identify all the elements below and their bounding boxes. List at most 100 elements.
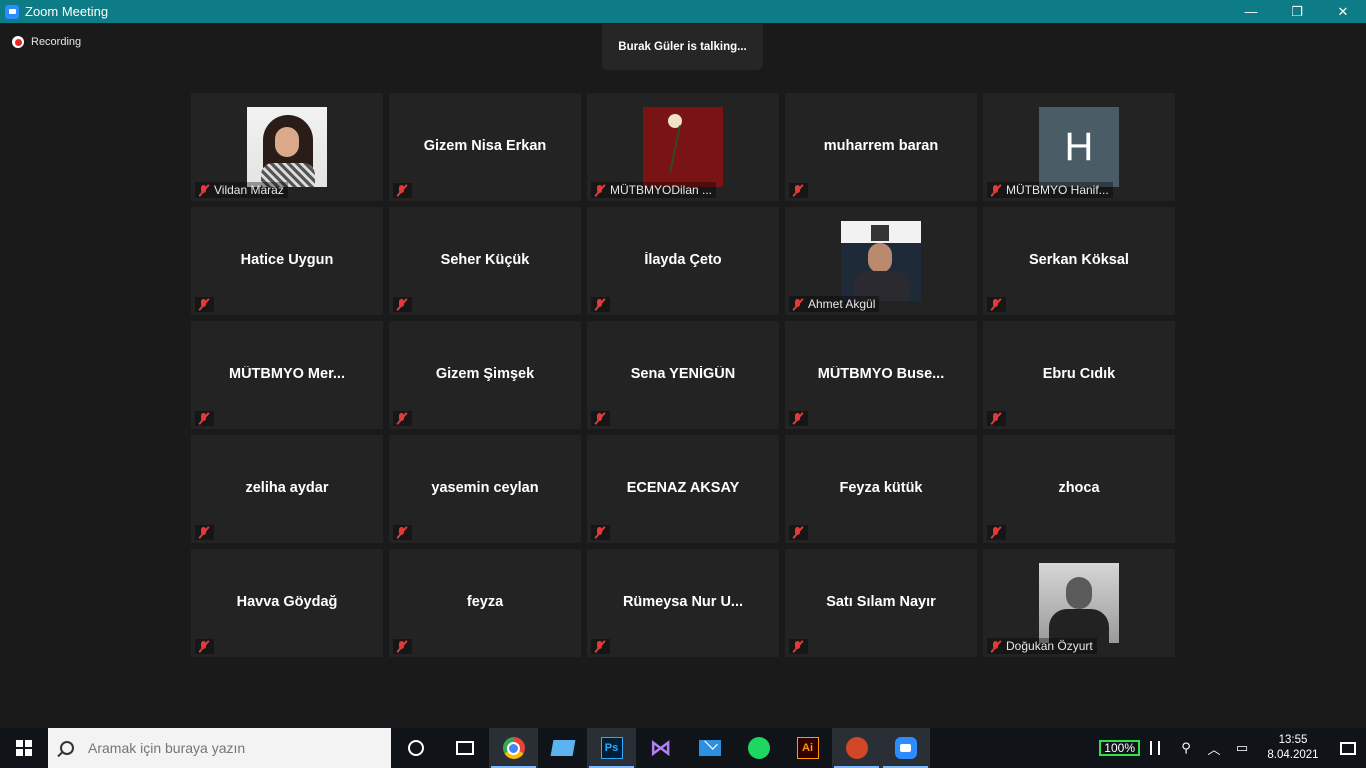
participant-tile[interactable]: Ebru Cıdık <box>983 321 1175 429</box>
notifications-button[interactable] <box>1330 728 1366 768</box>
participant-name: Serkan Köksal <box>1029 252 1129 268</box>
zoom-button[interactable] <box>881 728 930 768</box>
participant-tile[interactable]: Vildan Maraz <box>191 93 383 201</box>
participant-tile[interactable]: Sena YENİGÜN <box>587 321 779 429</box>
muted-mic-icon <box>197 640 210 653</box>
participant-tile[interactable]: Havva Göydağ <box>191 549 383 657</box>
task-view-button[interactable] <box>440 728 489 768</box>
chrome-icon <box>502 737 525 759</box>
clock[interactable]: 13:55 8.04.2021 <box>1256 733 1330 763</box>
participant-name: Seher Küçük <box>440 252 530 268</box>
participant-footer <box>195 525 214 540</box>
taskbar-search[interactable] <box>48 728 391 768</box>
participant-tile[interactable]: zhoca <box>983 435 1175 543</box>
participant-tile[interactable]: Serkan Köksal <box>983 207 1175 315</box>
this-pc-button[interactable] <box>538 728 587 768</box>
participant-footer <box>591 297 610 312</box>
participant-tile[interactable]: Doğukan Özyurt <box>983 549 1175 657</box>
muted-mic-icon <box>593 640 606 653</box>
participant-tile[interactable]: MÜTBMYO Buse... <box>785 321 977 429</box>
participant-video <box>247 107 327 187</box>
participant-footer <box>591 639 610 654</box>
participant-tile[interactable]: Seher Küçük <box>389 207 581 315</box>
participant-label: Ahmet Akgül <box>808 297 876 311</box>
muted-mic-icon <box>593 184 606 197</box>
muted-mic-icon <box>989 298 1002 311</box>
participant-label: MÜTBMYO Hanif... <box>1006 183 1109 197</box>
participant-footer <box>591 525 610 540</box>
participant-footer <box>789 183 808 198</box>
participant-name: MÜTBMYO Buse... <box>817 366 945 382</box>
task-view-icon <box>455 741 474 755</box>
participant-footer <box>789 411 808 426</box>
start-button[interactable] <box>0 728 48 768</box>
mail-button[interactable] <box>685 728 734 768</box>
search-input[interactable] <box>88 740 368 756</box>
muted-mic-icon <box>197 184 210 197</box>
chevron-up-icon[interactable]: ︿ <box>1200 728 1228 768</box>
zoom-icon <box>894 737 917 759</box>
restore-button[interactable]: ❐ <box>1274 0 1320 23</box>
visual-studio-button[interactable]: ⋈ <box>636 728 685 768</box>
muted-mic-icon <box>791 526 804 539</box>
search-icon <box>60 741 74 755</box>
participant-tile[interactable]: Hatice Uygun <box>191 207 383 315</box>
participant-label: Vildan Maraz <box>214 183 284 197</box>
recording-indicator[interactable]: Recording <box>12 36 81 48</box>
muted-mic-icon <box>989 184 1002 197</box>
participant-tile[interactable]: ECENAZ AKSAY <box>587 435 779 543</box>
participant-footer <box>393 525 412 540</box>
muted-mic-icon <box>395 526 408 539</box>
muted-mic-icon <box>791 640 804 653</box>
participant-tile[interactable]: Feyza kütük <box>785 435 977 543</box>
participant-tile[interactable]: MÜTBMYODilan ... <box>587 93 779 201</box>
photoshop-icon: Ps <box>600 737 623 759</box>
participant-name: İlayda Çeto <box>644 252 722 268</box>
spotify-button[interactable] <box>734 728 783 768</box>
participant-tile[interactable]: Gizem Şimşek <box>389 321 581 429</box>
zoom-window: Zoom Meeting — ❐ ✕ Recording Burak Güler… <box>0 0 1366 768</box>
battery-indicator[interactable]: 100% <box>1099 740 1140 756</box>
chrome-button[interactable] <box>489 728 538 768</box>
participant-label: Doğukan Özyurt <box>1006 639 1093 653</box>
participant-name: Satı Sılam Nayır <box>826 594 936 610</box>
muted-mic-icon <box>791 298 804 311</box>
participant-tile[interactable]: Gizem Nisa Erkan <box>389 93 581 201</box>
participant-tile[interactable]: Satı Sılam Nayır <box>785 549 977 657</box>
participant-tile[interactable]: Rümeysa Nur U... <box>587 549 779 657</box>
title-bar: Zoom Meeting — ❐ ✕ <box>0 0 1366 23</box>
people-icon[interactable]: ⚲ <box>1172 728 1200 768</box>
participant-footer <box>393 183 412 198</box>
illustrator-button[interactable]: Ai <box>783 728 832 768</box>
clock-time: 13:55 <box>1278 734 1308 746</box>
windows-taskbar: Ps ⋈ Ai 100% ⚲ ︿ ▭ 13:55 8.04.2021 <box>0 728 1366 768</box>
meeting-stage: Recording Burak Güler is talking... Vild… <box>0 23 1366 728</box>
participant-tile[interactable]: muharrem baran <box>785 93 977 201</box>
participant-avatar: H <box>1039 107 1119 187</box>
active-speaker-banner: Burak Güler is talking... <box>602 24 763 70</box>
power-plug-icon <box>1150 741 1160 755</box>
network-icon[interactable]: ▭ <box>1228 728 1256 768</box>
participant-name: Ebru Cıdık <box>1042 366 1116 382</box>
muted-mic-icon <box>395 412 408 425</box>
participant-tile[interactable]: İlayda Çeto <box>587 207 779 315</box>
participant-tile[interactable]: zeliha aydar <box>191 435 383 543</box>
system-tray: 100% ⚲ ︿ ▭ 13:55 8.04.2021 <box>1099 728 1366 768</box>
participant-tile[interactable]: MÜTBMYO Mer... <box>191 321 383 429</box>
participant-tile[interactable]: feyza <box>389 549 581 657</box>
participant-tile[interactable]: yasemin ceylan <box>389 435 581 543</box>
cortana-button[interactable] <box>391 728 440 768</box>
participant-name: MÜTBMYO Mer... <box>228 366 345 382</box>
minimize-button[interactable]: — <box>1228 0 1274 23</box>
participant-name: Gizem Şimşek <box>435 366 535 382</box>
participant-label: MÜTBMYODilan ... <box>610 183 713 197</box>
powerpoint-button[interactable] <box>832 728 881 768</box>
window-controls: — ❐ ✕ <box>1228 0 1366 23</box>
powerpoint-icon <box>845 737 868 759</box>
close-button[interactable]: ✕ <box>1320 0 1366 23</box>
muted-mic-icon <box>593 412 606 425</box>
participant-tile[interactable]: Ahmet Akgül <box>785 207 977 315</box>
muted-mic-icon <box>989 526 1002 539</box>
photoshop-button[interactable]: Ps <box>587 728 636 768</box>
participant-tile[interactable]: H MÜTBMYO Hanif... <box>983 93 1175 201</box>
